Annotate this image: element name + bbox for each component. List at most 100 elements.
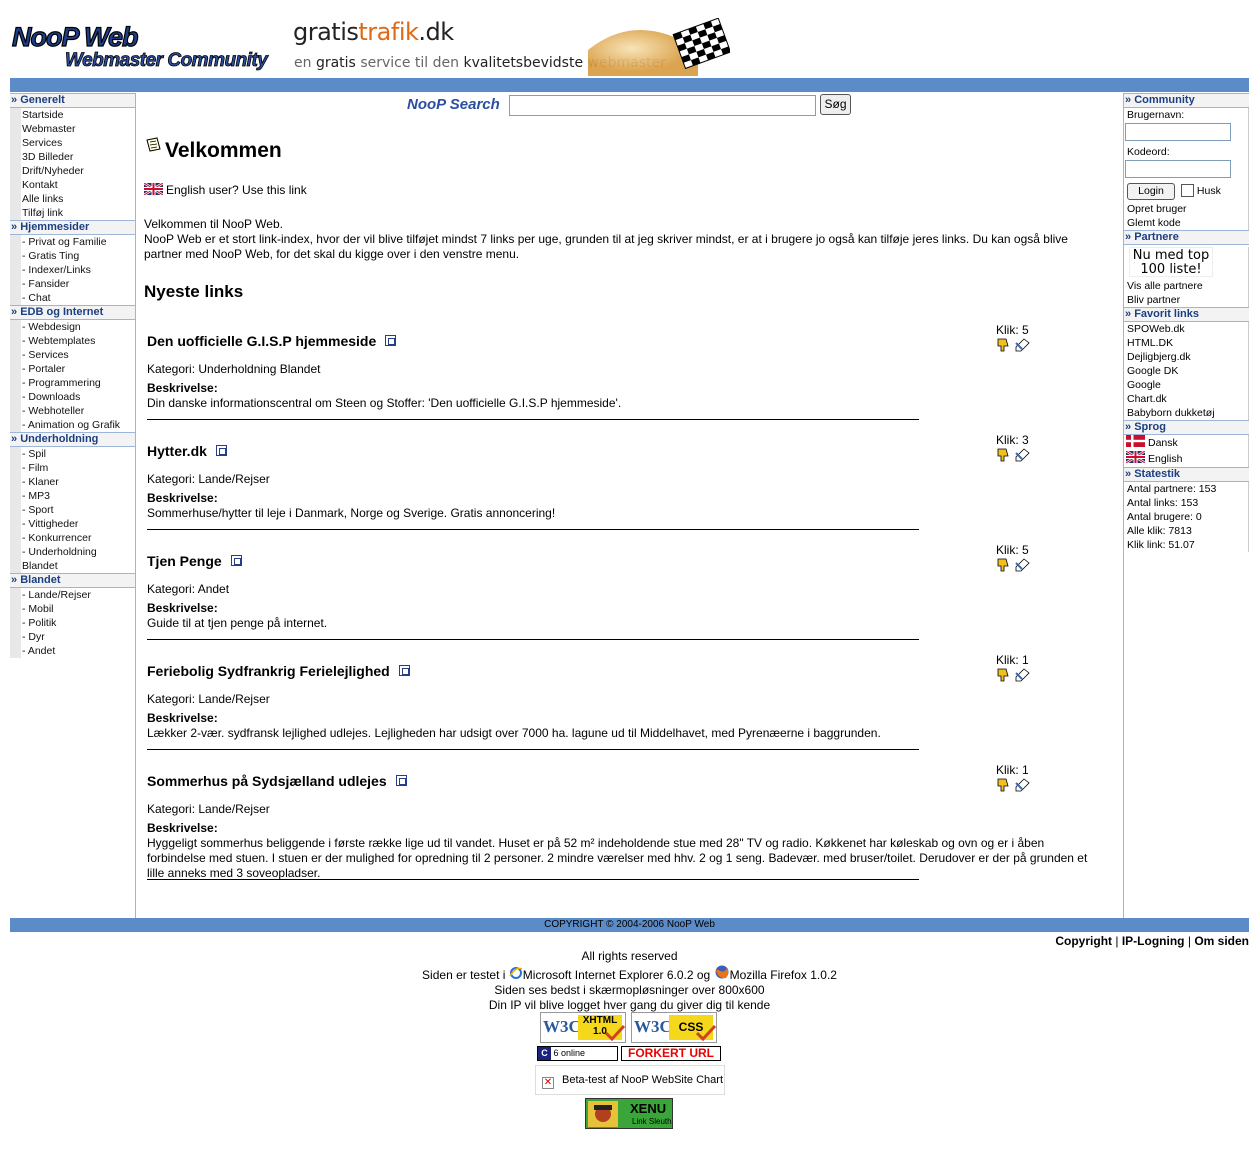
menu-item[interactable]: - Sport bbox=[21, 503, 135, 517]
favorite-link[interactable]: Chart.dk bbox=[1127, 392, 1248, 406]
search-input[interactable] bbox=[509, 95, 816, 116]
forkert-url-badge[interactable]: FORKERT URL bbox=[621, 1046, 721, 1061]
menu-item[interactable]: - Services bbox=[21, 348, 135, 362]
menu-item[interactable]: - Fansider bbox=[21, 277, 135, 291]
top100-banner[interactable]: Nu med top 100 liste! bbox=[1129, 247, 1213, 277]
menu-section-header[interactable]: » Generelt bbox=[10, 93, 136, 108]
menu-item[interactable]: - Webtemplates bbox=[21, 334, 135, 348]
beta-chart-image[interactable]: ✕ Beta-test af NooP WebSite Chart bbox=[535, 1065, 725, 1095]
menu-item[interactable]: - Webdesign bbox=[21, 320, 135, 334]
menu-section-header[interactable]: » EDB og Internet bbox=[10, 305, 136, 320]
menu-item[interactable]: - Privat og Familie bbox=[21, 235, 135, 249]
login-button[interactable]: Login bbox=[1127, 183, 1175, 200]
link-description: Lækker 2-vær. sydfransk lejlighed udleje… bbox=[147, 726, 881, 740]
menu-item[interactable]: Kontakt bbox=[21, 178, 135, 192]
english-lang-link[interactable]: English bbox=[1126, 451, 1248, 467]
menu-item[interactable]: - Dyr bbox=[21, 630, 135, 644]
favorite-link[interactable]: Dejligbjerg.dk bbox=[1127, 350, 1248, 364]
link-title-text: Feriebolig Sydfrankrig Ferielejlighed bbox=[147, 663, 390, 679]
forgot-password-link[interactable]: Glemt kode bbox=[1127, 216, 1248, 230]
menu-item[interactable]: - Andet bbox=[21, 644, 135, 658]
menu-item[interactable]: - Underholdning bbox=[21, 545, 135, 559]
link-title[interactable]: Hytter.dk bbox=[147, 443, 227, 459]
menu-item[interactable]: - Indexer/Links bbox=[21, 263, 135, 277]
external-link-icon[interactable] bbox=[398, 665, 410, 676]
external-link-icon[interactable] bbox=[385, 335, 397, 346]
favorite-link[interactable]: SPOWeb.dk bbox=[1127, 322, 1248, 336]
menu-section-header[interactable]: » Hjemmesider bbox=[10, 220, 136, 235]
menu-item[interactable]: - Gratis Ting bbox=[21, 249, 135, 263]
menu-section-header[interactable]: » Underholdning bbox=[10, 432, 136, 447]
xenu-sub: Link Sleuth bbox=[632, 1117, 672, 1126]
menu-item[interactable]: Tilføj link bbox=[21, 206, 135, 220]
menu-items: - Webdesign - Webtemplates - Services - Por… bbox=[10, 320, 136, 432]
menu-item[interactable]: - MP3 bbox=[21, 489, 135, 503]
menu-item[interactable]: - Mobil bbox=[21, 602, 135, 616]
become-partner-link[interactable]: Bliv partner bbox=[1127, 293, 1248, 307]
link-category: Kategori: Lande/Rejser bbox=[147, 472, 270, 486]
menu-item[interactable]: Blandet bbox=[21, 559, 135, 573]
link-title[interactable]: Sommerhus på Sydsjælland udlejes bbox=[147, 773, 407, 789]
menu-item[interactable]: - Klaner bbox=[21, 475, 135, 489]
link-title-text: Hytter.dk bbox=[147, 443, 207, 459]
create-user-link[interactable]: Opret bruger bbox=[1127, 202, 1248, 216]
menu-item[interactable]: - Vittigheder bbox=[21, 517, 135, 531]
menu-item[interactable]: Services bbox=[21, 136, 135, 150]
menu-item[interactable]: Alle links bbox=[21, 192, 135, 206]
description-label: Beskrivelse: bbox=[147, 601, 218, 615]
menu-item[interactable]: - Downloads bbox=[21, 390, 135, 404]
menu-item[interactable]: 3D Billeder bbox=[21, 150, 135, 164]
copyright-link[interactable]: Copyright bbox=[1055, 934, 1112, 948]
link-title[interactable]: Feriebolig Sydfrankrig Ferielejlighed bbox=[147, 663, 410, 679]
online-counter[interactable]: C 6 online bbox=[537, 1046, 618, 1061]
sep: | bbox=[1115, 934, 1119, 948]
menu-item[interactable]: - Animation og Grafik bbox=[21, 418, 135, 432]
xenu-badge[interactable]: XENU Link Sleuth bbox=[585, 1098, 673, 1129]
ip-logning-link[interactable]: IP-Logning bbox=[1122, 934, 1185, 948]
link-title[interactable]: Tjen Penge bbox=[147, 553, 242, 569]
om-siden-link[interactable]: Om siden bbox=[1194, 934, 1249, 948]
password-input[interactable] bbox=[1125, 160, 1231, 178]
favorite-link[interactable]: Babyborn dukketøj bbox=[1127, 406, 1248, 420]
menu-item[interactable]: Startside bbox=[21, 108, 135, 122]
menu-section-header[interactable]: » Blandet bbox=[10, 573, 136, 588]
menu-item[interactable]: - Politik bbox=[21, 616, 135, 630]
username-input[interactable] bbox=[1125, 123, 1231, 141]
menu-item[interactable]: - Spil bbox=[21, 447, 135, 461]
menu-item[interactable]: Drift/Nyheder bbox=[21, 164, 135, 178]
external-link-icon[interactable] bbox=[230, 555, 242, 566]
tested-line: Siden er testet i Microsoft Internet Exp… bbox=[0, 964, 1259, 982]
menu-items: Startside Webmaster Services 3D Billeder Dri… bbox=[10, 108, 136, 220]
link-category: Kategori: Underholdning Blandet bbox=[147, 362, 321, 376]
external-link-icon[interactable] bbox=[215, 445, 227, 456]
menu-item[interactable]: - Portaler bbox=[21, 362, 135, 376]
favorite-link[interactable]: Google bbox=[1127, 378, 1248, 392]
external-link-icon[interactable] bbox=[395, 775, 407, 786]
menu-section-title: Blandet bbox=[20, 574, 61, 586]
menu-item[interactable]: - Chat bbox=[21, 291, 135, 305]
menu-item[interactable]: - Programmering bbox=[21, 376, 135, 390]
gratistrafik-banner[interactable]: gratistrafik.dk bbox=[293, 18, 454, 46]
favorite-link[interactable]: HTML.DK bbox=[1127, 336, 1248, 350]
menu-item[interactable]: - Lande/Rejser bbox=[21, 588, 135, 602]
w3c-xhtml-badge[interactable]: W3C XHTML 1.0 bbox=[540, 1012, 626, 1043]
menu-item[interactable]: Webmaster bbox=[21, 122, 135, 136]
note-icon bbox=[146, 137, 161, 152]
english-link[interactable]: English user? Use this link bbox=[144, 183, 307, 197]
w3c-css-badge[interactable]: W3C CSS bbox=[631, 1012, 717, 1043]
menu-item[interactable]: - Webhoteller bbox=[21, 404, 135, 418]
remember-checkbox[interactable] bbox=[1181, 184, 1194, 197]
menu-items: - Lande/Rejser - Mobil - Politik - Dyr - And… bbox=[10, 588, 136, 658]
show-all-partners-link[interactable]: Vis alle partnere bbox=[1127, 279, 1248, 293]
search-button[interactable]: Søg bbox=[820, 94, 851, 115]
webmaster-community-logo[interactable]: Webmaster Community bbox=[65, 50, 269, 72]
favorite-link[interactable]: Google DK bbox=[1127, 364, 1248, 378]
noop-web-logo[interactable]: NooP Web bbox=[11, 21, 139, 53]
dansk-link[interactable]: Dansk bbox=[1126, 435, 1248, 451]
link-title[interactable]: Den uofficielle G.I.S.P hjemmeside bbox=[147, 333, 397, 349]
menu-item[interactable]: - Film bbox=[21, 461, 135, 475]
check-icon bbox=[696, 1025, 716, 1041]
left-menu: » Generelt Startside Webmaster Services 3D B… bbox=[10, 93, 136, 658]
link-description: Din danske informationscentral om Steen … bbox=[147, 396, 622, 410]
menu-item[interactable]: - Konkurrencer bbox=[21, 531, 135, 545]
